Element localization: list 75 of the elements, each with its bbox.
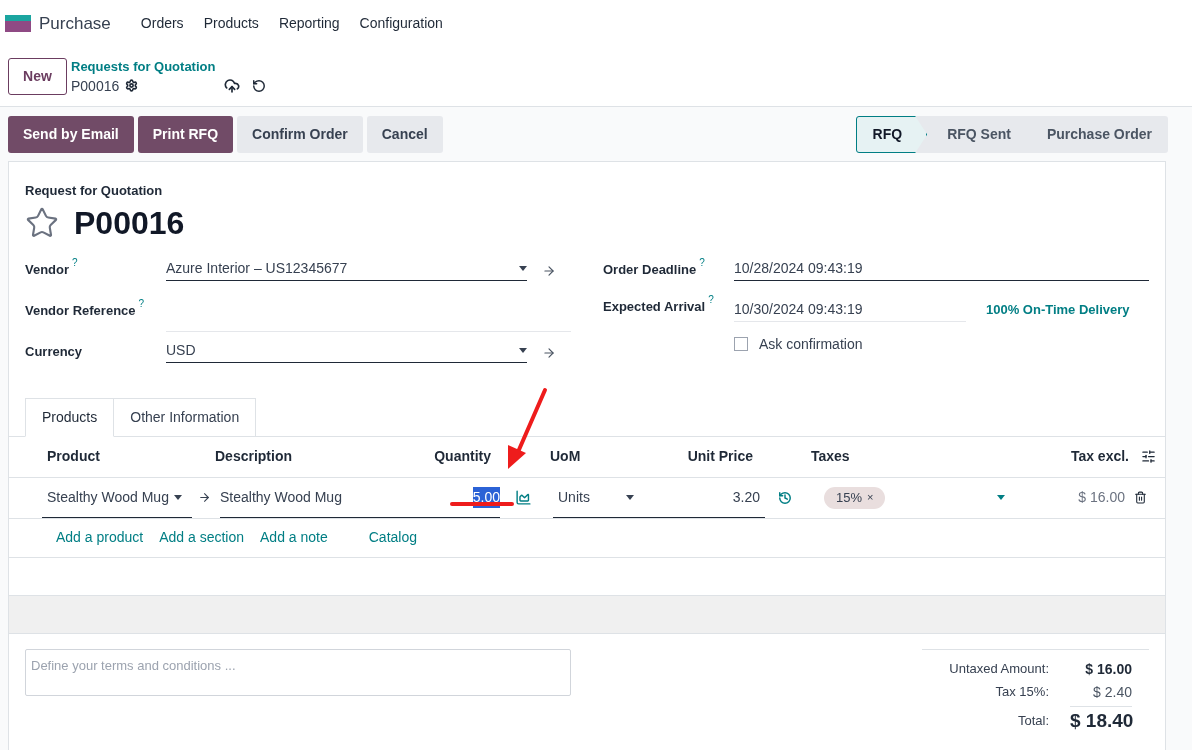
field-label: Order Deadline (603, 260, 697, 279)
description-field[interactable]: Stealthy Wood Mug (220, 477, 444, 518)
total-value: $ 16.00 (1084, 659, 1132, 679)
help-tooltip[interactable]: ? (138, 297, 145, 310)
help-tooltip[interactable]: ? (708, 293, 714, 306)
arrow-right-icon[interactable] (198, 491, 211, 504)
breadcrumb-current: P00016 (71, 76, 120, 96)
total-label: Tax 15%: (994, 683, 1049, 702)
on-time-delivery-link[interactable]: 100% On-Time Delivery (986, 299, 1130, 320)
total-label: Untaxed Amount: (948, 660, 1049, 679)
product-dropdown[interactable]: Stealthy Wood Mug (42, 477, 192, 518)
add-line-link[interactable]: Add a product (48, 527, 152, 548)
action-button[interactable]: Print RFQ (137, 116, 234, 153)
delete-icon[interactable] (1134, 491, 1147, 504)
caret-icon (626, 494, 634, 500)
dropdown-field[interactable]: Azure Interior – US12345677 (166, 256, 527, 281)
column-header[interactable]: Description (215, 446, 425, 467)
caret-icon (997, 495, 1006, 500)
terms-field[interactable]: Define your terms and conditions ... (25, 648, 571, 696)
add-line-link[interactable]: Catalog (360, 527, 425, 548)
action-button[interactable]: Send by Email (8, 116, 134, 153)
undo-icon[interactable] (252, 78, 267, 93)
total-value: $ 2.40 (1092, 682, 1132, 702)
column-header[interactable]: Product (47, 446, 215, 467)
cloud-upload-icon[interactable] (224, 77, 241, 94)
menu-item[interactable]: Configuration (349, 13, 453, 34)
caret-icon (519, 347, 527, 353)
annotation-underline (449, 501, 515, 507)
column-header[interactable]: Unit Price (610, 446, 753, 467)
uom-dropdown[interactable]: Units 3.20 (553, 477, 765, 518)
checkbox[interactable] (734, 337, 748, 351)
notebook-tab[interactable]: Other Information (114, 397, 257, 437)
total-label: Total: (1016, 711, 1049, 730)
new-button[interactable]: New (8, 58, 67, 95)
column-header[interactable]: Tax excl. (911, 446, 1129, 467)
field-label: Currency (25, 342, 83, 361)
help-tooltip[interactable]: ? (72, 256, 78, 269)
field-label: Vendor (25, 260, 70, 279)
star-icon[interactable] (25, 205, 59, 240)
status-step[interactable]: RFQ Sent (927, 116, 1027, 153)
column-header[interactable]: Taxes (811, 446, 911, 467)
dropdown-field[interactable]: USD (166, 338, 527, 363)
field-label: Vendor Reference (25, 301, 136, 320)
subtotal-cell-text: $ 16.00 (1078, 488, 1125, 507)
add-line-link[interactable]: Add a section (151, 527, 252, 548)
reset-price-icon[interactable] (778, 490, 792, 505)
menu-item[interactable]: Products (193, 13, 269, 34)
add-line-link[interactable]: Add a note (252, 527, 336, 548)
menu-item[interactable]: Reporting (268, 13, 350, 34)
action-button[interactable]: Confirm Order (237, 116, 363, 153)
tax-tag[interactable]: 15% × (824, 486, 886, 509)
app-name[interactable]: Purchase (39, 10, 111, 37)
column-header[interactable]: UoM (550, 446, 610, 467)
breadcrumb-link[interactable]: Requests for Quotation (71, 57, 267, 76)
status-step[interactable]: RFQ (855, 116, 928, 153)
checkbox-label: Ask confirmation (759, 334, 863, 354)
settings-icon[interactable] (125, 79, 139, 92)
date-field[interactable]: 10/28/2024 09:43:19 (734, 256, 1149, 281)
caret-icon (519, 265, 527, 271)
caret-icon (173, 494, 182, 500)
form-subtitle: Request for Quotation (25, 182, 164, 200)
arrow-right-icon[interactable] (542, 263, 556, 278)
help-tooltip[interactable]: ? (699, 256, 705, 269)
menu-item[interactable]: Orders (130, 13, 194, 34)
status-step[interactable]: Purchase Order (1026, 116, 1168, 153)
action-button[interactable]: Cancel (366, 116, 443, 153)
field-label: Expected Arrival (603, 297, 706, 316)
column-settings-icon[interactable] (1141, 449, 1156, 464)
column-header[interactable]: Quantity (425, 446, 491, 467)
arrow-right-icon[interactable] (542, 345, 556, 360)
date-field[interactable]: 10/30/2024 09:43:19 (734, 297, 966, 322)
notebook-tab[interactable]: Products (25, 397, 115, 437)
forecast-chart-icon[interactable] (515, 489, 532, 506)
form-title: P00016 (74, 203, 185, 243)
total-value: $ 18.40 (1070, 705, 1132, 735)
